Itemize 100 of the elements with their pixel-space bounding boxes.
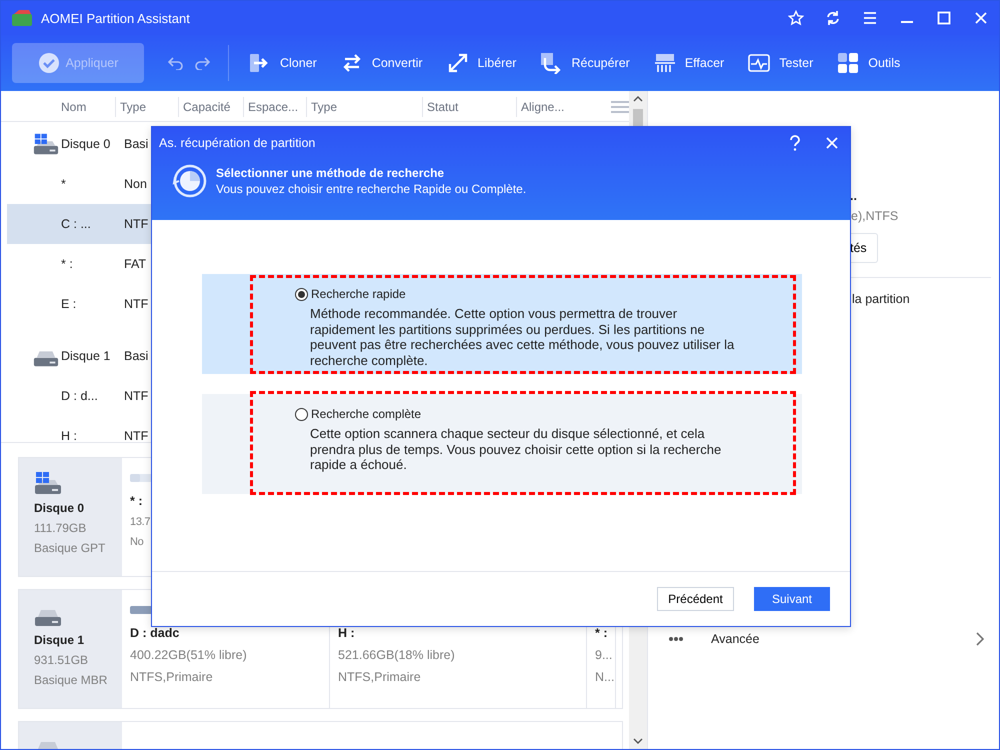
option-panel[interactable]: Recherche complète Cette option scannera chaque secteur du disque sélectionné, et cela prendra plus de temps. Vous pouvez choisir cette option si la recherche rapide a échoué. xyxy=(202,394,802,494)
pie-clock-icon xyxy=(172,163,208,199)
menu-icon xyxy=(862,10,878,26)
system-disk-icon xyxy=(34,472,62,495)
table-row[interactable]: Disque 0 Basi xyxy=(7,124,151,164)
table-cell: NTF xyxy=(124,429,148,442)
option-label: Recherche complète xyxy=(311,407,422,421)
check-circle-icon xyxy=(38,52,60,74)
dialog-heading: Sélectionner une méthode de recherche xyxy=(216,166,446,180)
column-header[interactable]: Capacité xyxy=(178,97,243,117)
table-cell: FAT xyxy=(124,257,146,271)
expand-arrows-icon xyxy=(446,52,469,74)
close-icon xyxy=(824,136,838,150)
table-row[interactable]: C : ... NTF xyxy=(7,204,151,244)
favorite-icon xyxy=(788,10,804,26)
partition-name: D : dadc xyxy=(130,626,180,640)
chevron-right-icon xyxy=(976,632,984,646)
partition-type: NTFS,Primaire xyxy=(130,670,214,684)
partition-size: 9... xyxy=(595,648,614,662)
return-arrow-icon xyxy=(540,52,562,74)
toolbar-button[interactable]: Libérer xyxy=(434,43,528,83)
table-row[interactable]: Disque 1 Basi xyxy=(7,336,151,376)
column-header[interactable]: Aligne... xyxy=(516,97,601,117)
advanced-item[interactable]: Avancée xyxy=(668,632,984,646)
toolbar-button[interactable]: Récupérer xyxy=(528,43,642,83)
table-row[interactable]: D : d... NTF xyxy=(7,376,151,416)
radio-button[interactable] xyxy=(295,288,308,300)
toolbar-button[interactable]: Outils xyxy=(825,43,912,83)
table-cell: NTF xyxy=(124,297,148,311)
shredder-icon xyxy=(654,52,676,74)
partition-type: N... xyxy=(595,670,615,684)
table-cell-text: Disque 1 xyxy=(61,349,112,363)
table-row[interactable]: * : FAT xyxy=(7,244,151,284)
column-header[interactable]: Nom xyxy=(57,97,115,117)
column-header[interactable]: Type xyxy=(115,97,178,117)
partition-title: .. xyxy=(850,189,858,203)
toolbar-button[interactable]: Cloner xyxy=(237,43,329,83)
advanced-label: Avancée xyxy=(711,632,760,646)
option-description: Méthode recommandée. Cette option vous permettra de trouver rapidement les partitions supprimées ou perdues. Si les partitions ne peuvent pas être recherchées avec cette méthode, vous pouvez utiliser la recherche complète. xyxy=(310,306,736,368)
table-cell-text: E : xyxy=(61,297,78,311)
partition-size: 400.22GB(51% libre) xyxy=(130,648,248,662)
swap-arrows-icon xyxy=(340,52,363,74)
list-icon xyxy=(611,100,629,114)
partition-type: No xyxy=(130,536,144,548)
disk-size: 931.51GB xyxy=(34,653,90,667)
scroll-up-icon xyxy=(633,95,643,103)
minimize-icon xyxy=(900,21,912,23)
table-cell: NTF xyxy=(124,389,148,403)
dots-icon xyxy=(668,636,684,642)
help-icon xyxy=(788,135,800,151)
table-cell: NTF xyxy=(124,217,148,231)
scroll-down-icon xyxy=(633,737,643,745)
app-logo-icon xyxy=(11,9,33,27)
partition-name: H : xyxy=(338,626,356,640)
undo-icon xyxy=(168,56,184,70)
disk-style: Basique MBR xyxy=(34,673,108,687)
partition-type: NTFS,Primaire xyxy=(338,670,422,684)
close-icon xyxy=(972,10,988,26)
redo-button[interactable] xyxy=(194,56,210,70)
option-label: Recherche rapide xyxy=(311,287,406,301)
disk-name: Disque 0 xyxy=(34,501,86,515)
column-header[interactable]: Espace... xyxy=(243,97,306,117)
table-cell-text: C : ... xyxy=(61,217,92,231)
partition-name: * : xyxy=(595,626,608,640)
system-disk-icon xyxy=(33,132,59,156)
back-button[interactable]: Précédent xyxy=(657,587,734,611)
redo-icon xyxy=(194,56,210,70)
window-title: AOMEI Partition Assistant xyxy=(41,10,190,26)
table-row[interactable]: * Non xyxy=(7,164,151,204)
properties-button[interactable]: tés xyxy=(850,233,878,263)
undo-button[interactable] xyxy=(168,56,184,70)
partition-size: 13.7 xyxy=(130,516,152,528)
refresh-icon xyxy=(824,10,840,26)
table-cell: Basi xyxy=(124,349,148,363)
partition-size: 521.66GB(18% libre) xyxy=(338,648,456,662)
disk-name: Disque 1 xyxy=(34,633,86,647)
disk-size: 111.79GB xyxy=(34,521,88,535)
table-row[interactable]: E : NTF xyxy=(7,284,151,324)
radio-button[interactable] xyxy=(295,408,308,420)
dialog-title: As. récupération de partition xyxy=(159,136,316,150)
table-cell: Non xyxy=(124,177,147,191)
table-cell-text: H : xyxy=(61,429,78,442)
table-row[interactable]: H : NTF xyxy=(7,416,151,442)
disk-style: Basique GPT xyxy=(34,541,106,555)
partition-details: e),NTFS xyxy=(851,209,900,223)
option-description: Cette option scannera chaque secteur du disque sélectionné, et cela prendra plus de temps. Vous pouvez choisir cette option si la recherche rapide a échoué. xyxy=(310,426,722,472)
column-header[interactable]: Statut xyxy=(422,97,516,117)
toolbar-button[interactable]: Effacer xyxy=(642,43,736,83)
table-cell-text: * : xyxy=(61,257,74,271)
column-header[interactable]: Type xyxy=(306,97,422,117)
dialog-subheading: Vous pouvez choisir entre recherche Rapide ou Complète. xyxy=(216,182,526,196)
table-cell-text: D : d... xyxy=(61,389,99,403)
next-button[interactable]: Suivant xyxy=(754,587,830,611)
partition-name: * : xyxy=(130,494,144,508)
toolbar-button[interactable]: Tester xyxy=(736,43,826,83)
action-link[interactable]: la partition xyxy=(852,292,999,306)
table-cell-text: * xyxy=(61,177,67,191)
maximize-icon xyxy=(936,10,952,26)
pulse-icon xyxy=(748,52,770,74)
toolbar-button[interactable]: Convertir xyxy=(328,43,435,83)
